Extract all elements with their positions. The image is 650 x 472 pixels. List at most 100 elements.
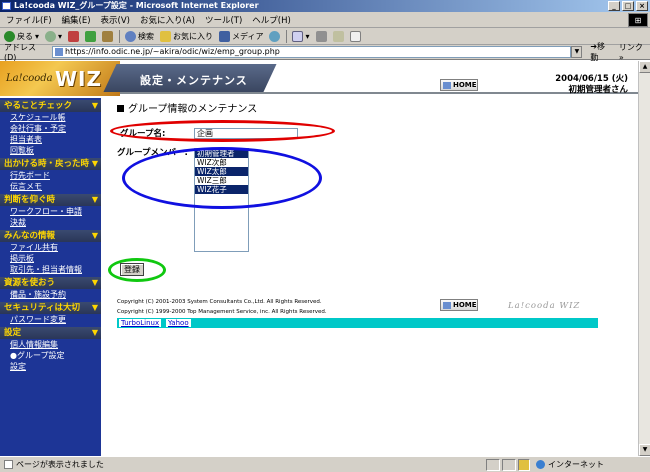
home-icon: [443, 82, 451, 89]
section-title: 設定・メンテナンス: [140, 74, 248, 87]
annotation-red-ellipse: [110, 120, 335, 142]
stop-button[interactable]: [68, 30, 80, 42]
sidebar-item-reservation[interactable]: 備品・施設予約: [0, 289, 101, 300]
sidebar-item-schedule[interactable]: スケジュール帳: [0, 112, 101, 123]
discuss-button[interactable]: [349, 30, 361, 42]
ie-app-icon: [2, 2, 11, 10]
discuss-icon: [349, 30, 361, 42]
history-icon: [269, 30, 281, 42]
menu-tools[interactable]: ツール(T): [205, 14, 242, 26]
status-panel: [502, 458, 516, 471]
sidebar-section-approval[interactable]: 判断を仰ぐ時 ▼: [0, 194, 101, 206]
vertical-scrollbar[interactable]: ▲ ▼: [638, 61, 650, 456]
edit-icon: [332, 30, 344, 42]
favorites-button[interactable]: お気に入り: [160, 30, 213, 42]
logo-big-text: WIZ: [55, 67, 103, 91]
menu-favorites[interactable]: お気に入り(A): [140, 14, 195, 26]
back-button[interactable]: 戻る ▾: [4, 30, 39, 42]
sidebar-item-destination-board[interactable]: 行先ボード: [0, 170, 101, 181]
sidebar-section-security[interactable]: セキュリティは大切 ▼: [0, 302, 101, 314]
annotation-green-ellipse: [108, 258, 166, 282]
sidebar-item-company-events[interactable]: 会社行事・予定: [0, 123, 101, 134]
print-button[interactable]: [315, 30, 327, 42]
close-button[interactable]: ×: [636, 1, 648, 11]
search-button[interactable]: 検索: [125, 30, 154, 42]
edit-button[interactable]: [332, 30, 344, 42]
minimize-button[interactable]: _: [608, 1, 620, 11]
back-arrow-icon: [4, 30, 15, 42]
status-panel: [486, 458, 500, 471]
sidebar-section-resources[interactable]: 資源を使おう ▼: [0, 277, 101, 289]
status-bar: ページが表示されました インターネット: [0, 456, 650, 472]
sidebar-item-file-share[interactable]: ファイル共有: [0, 242, 101, 253]
home-button-bottom[interactable]: HOME: [440, 299, 478, 311]
status-text: ページが表示されました: [16, 460, 104, 469]
triangle-down-icon: ▼: [91, 328, 98, 337]
window-title: La!cooda WIZ_グループ設定 - Microsoft Internet…: [14, 1, 259, 10]
links-button[interactable]: リンク »: [619, 42, 650, 62]
address-url: https://info.odic.ne.jp/~akira/odic/wiz/…: [65, 47, 280, 56]
lock-icon: [518, 458, 530, 471]
sidebar-item-staff-list[interactable]: 担当者表: [0, 134, 101, 145]
address-dropdown[interactable]: ▼: [571, 46, 583, 58]
triangle-down-icon: ▼: [91, 303, 98, 312]
sidebar-section-shared-info[interactable]: みんなの情報 ▼: [0, 230, 101, 242]
maximize-button[interactable]: □: [622, 1, 634, 11]
address-label: アドレス(D): [4, 43, 36, 62]
go-button[interactable]: ➔移動: [590, 41, 613, 63]
link-turbolinux[interactable]: TurboLinux: [119, 319, 162, 327]
menu-view[interactable]: 表示(V): [101, 14, 130, 26]
sidebar-item-clients[interactable]: 取引先・担当者情報: [0, 264, 101, 275]
search-icon: [125, 30, 137, 42]
current-user: 初期管理者さん: [568, 85, 628, 95]
sidebar-item-workflow[interactable]: ワークフロー・申請: [0, 206, 101, 217]
copyright-line-1: Copyright (C) 2001-2003 System Consultan…: [117, 299, 322, 305]
sidebar-section-settings[interactable]: 設定 ▼: [0, 327, 101, 339]
sidebar-section-todo[interactable]: やることチェック ▼: [0, 100, 101, 112]
sidebar-item-password[interactable]: パスワード変更: [0, 314, 101, 325]
menu-edit[interactable]: 編集(E): [62, 14, 91, 26]
scroll-down-arrow-icon[interactable]: ▼: [639, 444, 650, 456]
copyright-block: Copyright (C) 2001-2003 System Consultan…: [117, 297, 327, 317]
menu-help[interactable]: ヘルプ(H): [252, 14, 291, 26]
scroll-up-arrow-icon[interactable]: ▲: [639, 61, 650, 73]
sidebar-item-bulletin-board[interactable]: 掲示板: [0, 253, 101, 264]
current-date: 2004/06/15 (火): [555, 74, 628, 84]
sidebar-item-circular[interactable]: 回覧板: [0, 145, 101, 156]
triangle-down-icon: ▼: [91, 278, 98, 287]
history-button[interactable]: [269, 30, 281, 42]
sidebar-section-outgoing[interactable]: 出かける時・戻った時 ▼: [0, 158, 101, 170]
footer-logo: La!cooda WIZ: [508, 301, 581, 311]
link-yahoo[interactable]: Yahoo: [166, 319, 191, 327]
page-title: グループ情報のメンテナンス: [117, 100, 257, 115]
footer-link-bar: TurboLinux Yahoo: [117, 318, 598, 328]
home-toolbar-button[interactable]: [102, 30, 114, 42]
mail-button[interactable]: ▾: [292, 30, 310, 42]
refresh-icon: [85, 30, 97, 42]
sidebar-item-settings[interactable]: 設定: [0, 361, 101, 372]
stop-icon: [68, 30, 80, 42]
sidebar-item-decision[interactable]: 決裁: [0, 217, 101, 228]
forward-arrow-icon: [45, 30, 57, 42]
refresh-button[interactable]: [85, 30, 97, 42]
print-icon: [315, 30, 327, 42]
forward-button[interactable]: ▾: [45, 30, 62, 42]
page-icon: [55, 48, 63, 56]
mail-icon: [292, 30, 304, 42]
sidebar-item-personal-info[interactable]: 個人情報編集: [0, 339, 101, 350]
media-icon: [219, 30, 231, 42]
home-button-top[interactable]: HOME: [440, 79, 478, 91]
menu-file[interactable]: ファイル(F): [6, 14, 52, 26]
security-zone: インターネット: [532, 459, 612, 470]
favorites-icon: [160, 30, 172, 42]
logo-small-text: La!cooda: [6, 73, 53, 84]
page-done-icon: [4, 460, 13, 469]
media-button[interactable]: メディア: [219, 30, 263, 42]
sidebar-item-group-settings: ●グループ設定: [10, 351, 65, 360]
address-input[interactable]: https://info.odic.ne.jp/~akira/odic/wiz/…: [52, 46, 572, 58]
sidebar-item-message-memo[interactable]: 伝言メモ: [0, 181, 101, 192]
triangle-down-icon: ▼: [91, 159, 98, 168]
triangle-down-icon: ▼: [91, 195, 98, 204]
triangle-down-icon: ▼: [91, 231, 98, 240]
logo: La!cooda WIZ: [0, 61, 120, 96]
